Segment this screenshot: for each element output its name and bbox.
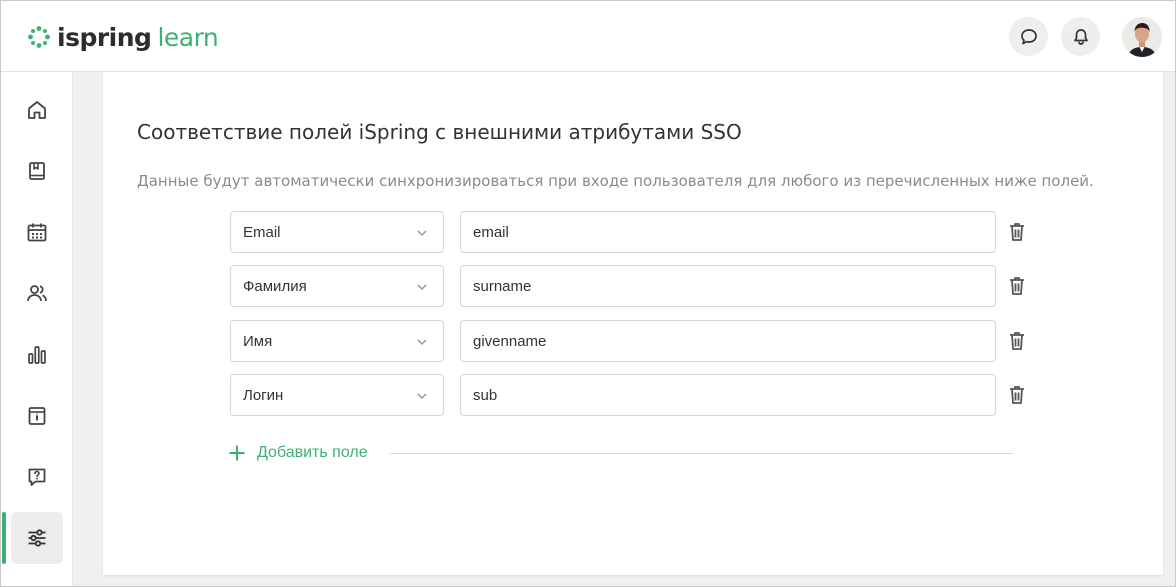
sidebar-item-courses[interactable]: [11, 145, 63, 197]
book-icon: [29, 162, 45, 180]
sidebar-item-reports[interactable]: [11, 329, 63, 381]
field-select-value: Логин: [243, 387, 284, 404]
attribute-input[interactable]: givenname: [460, 320, 996, 362]
users-icon: [27, 285, 47, 302]
top-header: ispring learn: [1, 1, 1175, 72]
add-field-button[interactable]: Добавить поле: [227, 441, 368, 465]
mapping-row: Логин sub: [230, 374, 1030, 416]
attribute-input[interactable]: surname: [460, 265, 996, 307]
chart-icon: [28, 346, 46, 364]
attribute-input[interactable]: email: [460, 211, 996, 253]
trash-icon: [1010, 386, 1024, 404]
mapping-row: Имя givenname: [230, 320, 1030, 362]
attribute-input-value: email: [473, 224, 509, 241]
delete-row-button[interactable]: [1006, 220, 1028, 244]
logo-mark-icon: [28, 26, 50, 48]
logo-text-learn: learn: [157, 22, 219, 52]
sidebar-item-settings[interactable]: [11, 512, 63, 564]
notifications-button[interactable]: [1061, 17, 1100, 56]
field-select-value: Имя: [243, 333, 273, 350]
mapping-row: Email email: [230, 211, 1030, 253]
sidebar-item-help[interactable]: [11, 451, 63, 503]
delete-row-button[interactable]: [1006, 274, 1028, 298]
chevron-down-icon: [417, 393, 427, 400]
sso-mapping-card: Соответствие полей iSpring с внешними ат…: [103, 72, 1163, 575]
field-select[interactable]: Email: [230, 211, 444, 253]
left-sidebar: [1, 72, 73, 586]
avatar-photo-icon: [1122, 17, 1162, 57]
delete-row-button[interactable]: [1006, 329, 1028, 353]
mapping-row: Фамилия surname: [230, 265, 1030, 307]
chevron-down-icon: [417, 230, 427, 237]
attribute-input[interactable]: sub: [460, 374, 996, 416]
field-select-value: Фамилия: [243, 278, 307, 295]
divider: [390, 453, 1013, 454]
bell-icon: [1073, 28, 1088, 45]
ispring-learn-logo[interactable]: ispring learn: [27, 21, 219, 53]
chevron-down-icon: [417, 284, 427, 291]
sidebar-item-home[interactable]: [11, 84, 63, 136]
info-card-icon: [28, 407, 46, 425]
delete-row-button[interactable]: [1006, 383, 1028, 407]
field-select[interactable]: Логин: [230, 374, 444, 416]
app-window: ispring learn Соответствие полей iSpring…: [0, 0, 1176, 587]
page-title: Соответствие полей iSpring с внешними ат…: [137, 120, 742, 144]
settings-sliders-icon: [28, 529, 46, 547]
field-select[interactable]: Фамилия: [230, 265, 444, 307]
home-icon: [28, 101, 46, 119]
calendar-icon: [27, 223, 47, 242]
sidebar-item-calendar[interactable]: [11, 206, 63, 258]
field-select-value: Email: [243, 224, 281, 241]
chat-icon: [1020, 28, 1037, 44]
trash-icon: [1010, 223, 1024, 241]
chat-button[interactable]: [1009, 17, 1048, 56]
attribute-input-value: givenname: [473, 333, 547, 350]
field-select[interactable]: Имя: [230, 320, 444, 362]
logo-text-ispring: ispring: [57, 22, 152, 52]
attribute-input-value: surname: [473, 278, 532, 295]
help-icon: [28, 468, 46, 486]
trash-icon: [1010, 277, 1024, 295]
attribute-input-value: sub: [473, 387, 498, 404]
add-field-label: Добавить поле: [257, 444, 368, 461]
plus-icon: [229, 445, 245, 461]
trash-icon: [1010, 332, 1024, 350]
user-avatar[interactable]: [1122, 17, 1162, 57]
sidebar-item-info[interactable]: [11, 390, 63, 442]
page-description: Данные будут автоматически синхронизиров…: [137, 172, 1094, 190]
sidebar-item-users[interactable]: [11, 267, 63, 319]
chevron-down-icon: [417, 339, 427, 346]
active-indicator: [2, 512, 6, 564]
